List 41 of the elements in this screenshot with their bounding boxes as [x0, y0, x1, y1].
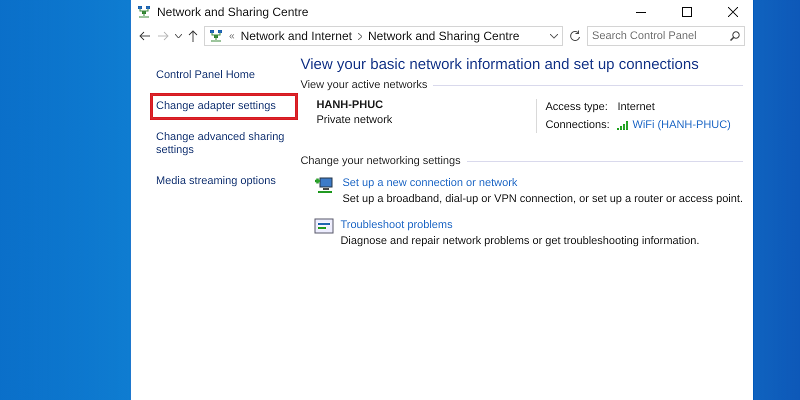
- refresh-icon: [569, 30, 581, 42]
- up-button[interactable]: [188, 30, 198, 42]
- caret-icon: [175, 34, 182, 38]
- maximize-icon: [682, 7, 692, 17]
- back-arrow-icon: [139, 31, 151, 41]
- sidebar-link[interactable]: Media streaming options: [150, 168, 298, 195]
- field-label: Connections:: [545, 119, 611, 132]
- search-field[interactable]: Search Control Panel: [587, 26, 745, 46]
- access-type-value: Internet: [617, 100, 656, 113]
- sidebar-link[interactable]: Control Panel Home: [150, 62, 298, 89]
- breadcrumb[interactable]: Network and Internet: [240, 29, 352, 43]
- chevron-icon: [358, 32, 362, 40]
- task-description: Diagnose and repair network problems or get troubleshooting information.: [340, 235, 700, 247]
- network-name: HANH-PHUC: [316, 99, 384, 111]
- refresh-button[interactable]: [569, 30, 581, 42]
- section-title: Change your networking settings: [300, 155, 461, 167]
- task-link[interactable]: Set up a new connection or network: [342, 177, 518, 189]
- sidebar-link[interactable]: Change adapter settings: [150, 93, 298, 120]
- overflow-chevron: «: [229, 30, 235, 42]
- connection-link[interactable]: WiFi (HANH-PHUC): [632, 119, 731, 132]
- forward-arrow-icon: [157, 31, 169, 41]
- network-icon: [137, 5, 151, 19]
- search-icon: [730, 31, 740, 41]
- recent-pages-button[interactable]: [175, 34, 182, 38]
- up-arrow-icon: [188, 30, 198, 42]
- page-heading: View your basic network information and set up connections: [300, 56, 700, 73]
- back-button[interactable]: [139, 31, 151, 41]
- breadcrumb[interactable]: Network and Sharing Centre: [368, 29, 520, 43]
- network-icon: [209, 29, 223, 43]
- address-bar[interactable]: « Network and Internet Network and Sharing Centre: [204, 26, 563, 46]
- field-label: Access type:: [545, 100, 609, 113]
- window-title: Network and Sharing Centre: [157, 5, 310, 19]
- network-type: Private network: [316, 114, 394, 126]
- troubleshoot-icon: [314, 217, 334, 235]
- sidebar-link[interactable]: Change advanced sharing settings: [150, 124, 298, 164]
- task-link[interactable]: Troubleshoot problems: [340, 219, 453, 231]
- caret-icon: [550, 34, 558, 38]
- close-icon: [728, 7, 738, 17]
- section-title: View your active networks: [300, 79, 428, 91]
- signal-bars-icon: [617, 120, 630, 130]
- task-description: Set up a broadband, dial-up or VPN connection, or set up a router or access point.: [342, 193, 743, 205]
